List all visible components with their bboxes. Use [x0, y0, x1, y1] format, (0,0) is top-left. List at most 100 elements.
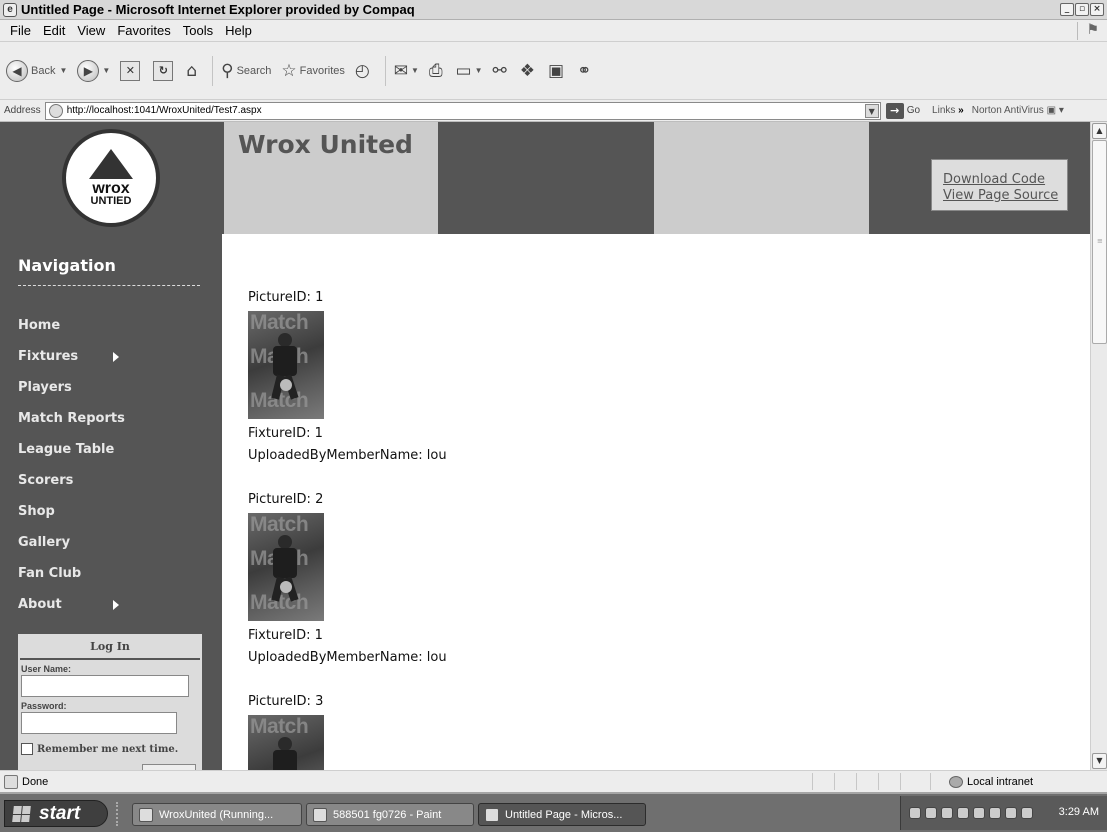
forward-dropdown-icon[interactable]: ▼	[102, 66, 110, 75]
back-arrow-icon: ◀	[6, 59, 28, 82]
scroll-grip-icon: ≡	[1097, 237, 1103, 245]
match-photo-thumbnail[interactable]: Match Match Match	[248, 311, 324, 419]
picture-id: PictureID: 3	[248, 694, 324, 709]
scrollbar-thumb[interactable]: ≡	[1092, 140, 1107, 344]
edit-button[interactable]: ▭ ▼	[456, 61, 483, 81]
vertical-scrollbar[interactable]: ▲ ≡ ▼	[1090, 122, 1107, 770]
task-paint[interactable]: 588501 fg0726 - Paint	[306, 803, 474, 826]
research-icon: ⚯	[492, 60, 507, 81]
volume-icon[interactable]	[909, 807, 921, 819]
nav-item-fan-club[interactable]: Fan Club	[18, 566, 208, 597]
links-button[interactable]: Links »	[932, 105, 964, 116]
start-label: start	[39, 802, 81, 824]
history-button[interactable]: ◴	[355, 61, 373, 81]
watermark-text: Match	[250, 513, 309, 536]
back-label: Back	[31, 64, 56, 77]
monitor-icon[interactable]	[989, 807, 1001, 819]
mail-dropdown-icon[interactable]: ▼	[411, 66, 419, 75]
remember-me[interactable]: Remember me next time.	[21, 743, 202, 755]
maximize-button[interactable]: ▫	[1075, 3, 1089, 16]
messenger-button[interactable]: ▣	[548, 61, 567, 81]
favorites-button[interactable]: ☆ Favorites	[281, 61, 345, 81]
match-photo-thumbnail[interactable]: Match	[248, 715, 324, 770]
nav-item-fixtures[interactable]: Fixtures	[18, 349, 208, 380]
refresh-button[interactable]: ↻	[153, 60, 176, 81]
phone-icon[interactable]	[1021, 807, 1033, 819]
search-button[interactable]: ⚲ Search	[221, 61, 271, 81]
address-dropdown-icon[interactable]: ▼	[864, 103, 879, 118]
nav-item-about[interactable]: About	[18, 597, 208, 628]
web-page: wrox UNTIED Wrox United Download Code Vi…	[0, 122, 1090, 770]
nav-item-scorers[interactable]: Scorers	[18, 473, 208, 504]
window-controls: _ ▫ ×	[1060, 3, 1104, 16]
mail-button[interactable]: ✉ ▼	[394, 61, 419, 81]
forward-button[interactable]: ▶ ▼	[77, 59, 110, 82]
download-code-link[interactable]: Download Code	[943, 172, 1067, 188]
header-links: Download Code View Page Source	[931, 159, 1068, 211]
menu-favorites[interactable]: Favorites	[111, 23, 176, 38]
ie-icon	[485, 807, 499, 822]
task-label: Untitled Page - Micros...	[505, 808, 623, 821]
submenu-arrow-icon	[113, 352, 119, 362]
clock: 3:29 AM	[1058, 806, 1099, 818]
contacts-button[interactable]: ⚭	[577, 61, 594, 81]
menu-file[interactable]: File	[4, 23, 37, 38]
edit-dropdown-icon[interactable]: ▼	[475, 66, 483, 75]
nav-menu: Home Fixtures Players Match Reports Leag…	[18, 318, 208, 628]
address-url: http://localhost:1041/WroxUnited/Test7.a…	[66, 105, 262, 116]
task-internet-explorer[interactable]: Untitled Page - Micros...	[478, 803, 646, 826]
back-button[interactable]: ◀ Back ▼	[6, 59, 67, 82]
scroll-up-icon[interactable]: ▲	[1092, 123, 1107, 139]
address-input[interactable]: http://localhost:1041/WroxUnited/Test7.a…	[44, 101, 881, 120]
norton-antivirus-button[interactable]: Norton AntiVirus ▣ ▾	[972, 105, 1064, 116]
nav-item-league-table[interactable]: League Table	[18, 442, 208, 473]
scroll-down-icon[interactable]: ▼	[1092, 753, 1107, 769]
menu-view[interactable]: View	[71, 23, 111, 38]
task-wroxunited[interactable]: WroxUnited (Running...	[132, 803, 302, 826]
password-field[interactable]	[21, 712, 177, 734]
site-title-panel: Wrox United	[224, 122, 438, 234]
nav-item-home[interactable]: Home	[18, 318, 208, 349]
nav-item-shop[interactable]: Shop	[18, 504, 208, 535]
messenger-tray-icon[interactable]	[973, 807, 985, 819]
home-button[interactable]: ⌂	[186, 61, 200, 81]
taskbar: start WroxUnited (Running... 588501 fg07…	[0, 792, 1107, 832]
discuss-button[interactable]: ❖	[520, 61, 538, 81]
nav-item-label: About	[18, 597, 62, 612]
go-button[interactable]: → Go	[885, 102, 920, 119]
security-zone: Local intranet	[930, 773, 1102, 790]
nav-item-players[interactable]: Players	[18, 380, 208, 411]
username-label: User Name:	[21, 664, 72, 674]
back-dropdown-icon[interactable]: ▼	[59, 66, 67, 75]
minimize-button[interactable]: _	[1060, 3, 1074, 16]
security-icon[interactable]	[1005, 807, 1017, 819]
menu-tools[interactable]: Tools	[177, 23, 219, 38]
print-button[interactable]: ⎙	[429, 61, 446, 81]
nav-item-gallery[interactable]: Gallery	[18, 535, 208, 566]
refresh-icon: ↻	[153, 60, 174, 81]
view-page-source-link[interactable]: View Page Source	[943, 188, 1067, 204]
help-icon[interactable]	[957, 807, 969, 819]
match-photo-thumbnail[interactable]: Match Match Match	[248, 513, 324, 621]
menu-edit[interactable]: Edit	[37, 23, 71, 38]
site-logo[interactable]: wrox UNTIED	[0, 122, 222, 234]
remember-me-checkbox[interactable]	[21, 743, 33, 755]
history-icon: ◴	[354, 60, 370, 81]
page-done-icon	[4, 774, 18, 789]
navigation-heading: Navigation	[18, 256, 116, 275]
network-icon[interactable]	[925, 807, 937, 819]
login-title: Log In	[20, 634, 200, 660]
research-button[interactable]: ⚯	[493, 61, 510, 81]
stop-button[interactable]: ✕	[120, 60, 143, 81]
nav-item-label: League Table	[18, 442, 115, 457]
menu-help[interactable]: Help	[219, 23, 258, 38]
submenu-arrow-icon	[113, 600, 119, 610]
antivirus-icon[interactable]	[941, 807, 953, 819]
visual-studio-icon	[139, 807, 153, 822]
start-button[interactable]: start	[4, 800, 108, 827]
window-title: Untitled Page - Microsoft Internet Explo…	[21, 2, 415, 17]
nav-item-label: Fan Club	[18, 566, 82, 581]
username-field[interactable]	[21, 675, 189, 697]
nav-item-match-reports[interactable]: Match Reports	[18, 411, 208, 442]
close-button[interactable]: ×	[1090, 3, 1104, 16]
